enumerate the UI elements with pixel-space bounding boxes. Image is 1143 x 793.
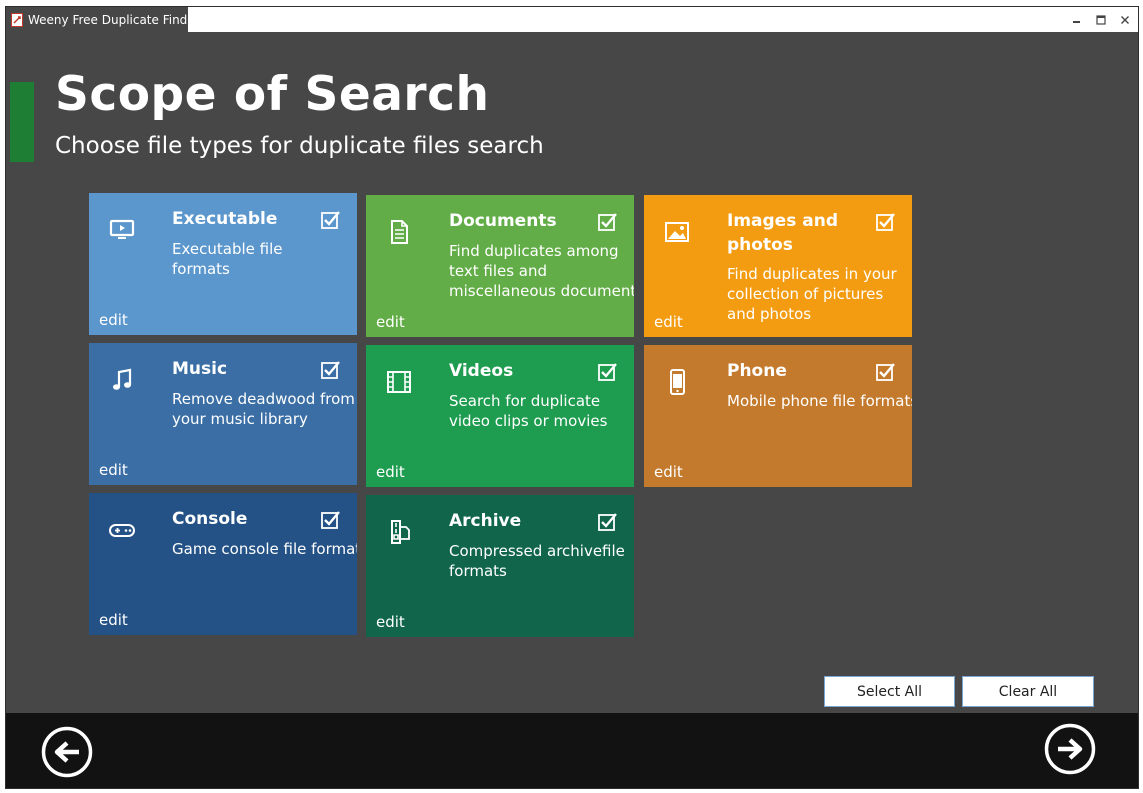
tile-title: Executable [172, 209, 278, 229]
close-icon[interactable] [1118, 13, 1132, 27]
film-icon [384, 367, 414, 397]
tile-documents[interactable]: Documents Find duplicates among text fil… [366, 195, 634, 337]
checkbox-icon[interactable] [321, 360, 341, 380]
checkbox-icon[interactable] [321, 510, 341, 530]
title-tab: Weeny Free Duplicate Finder [6, 7, 200, 32]
tile-title: Music [172, 359, 228, 379]
app-window: Weeny Free Duplicate Finder Scope of Sea… [5, 6, 1139, 789]
tile-archive[interactable]: Archive Compressed archivefile formats e… [366, 495, 634, 637]
checkbox-icon[interactable] [876, 362, 896, 382]
tile-console[interactable]: Console Game console file formats edit [89, 493, 357, 635]
page-title: Scope of Search [55, 67, 490, 122]
checkbox-icon[interactable] [598, 362, 618, 382]
tile-description: Remove deadwood from your music library [172, 390, 355, 428]
document-icon [384, 217, 414, 247]
phone-icon [662, 367, 692, 397]
edit-link[interactable]: edit [376, 313, 405, 331]
tile-executable[interactable]: Executable Executable file formats edit [89, 193, 357, 335]
arrow-left-icon[interactable] [41, 726, 93, 778]
edit-link[interactable]: edit [99, 311, 128, 329]
picture-icon [662, 217, 692, 247]
window-title: Weeny Free Duplicate Finder [28, 12, 200, 27]
window-controls [1070, 7, 1132, 32]
checkbox-icon[interactable] [598, 512, 618, 532]
tile-music[interactable]: Music Remove deadwood from your music li… [89, 343, 357, 485]
tile-title: Documents [449, 211, 557, 231]
minimize-icon[interactable] [1070, 13, 1084, 27]
archive-icon [384, 517, 414, 547]
tile-title: Images and photos [727, 211, 838, 255]
tile-description: Mobile phone file formats [727, 392, 912, 410]
checkbox-icon[interactable] [876, 212, 896, 232]
tile-description: Find duplicates among text files and mis… [449, 242, 634, 300]
tile-phone[interactable]: Phone Mobile phone file formats edit [644, 345, 912, 487]
edit-link[interactable]: edit [654, 463, 683, 481]
clear-all-button[interactable]: Clear All [962, 676, 1094, 707]
title-bar: Weeny Free Duplicate Finder [6, 7, 1138, 32]
tile-title: Archive [449, 511, 522, 531]
tile-title: Phone [727, 361, 787, 381]
tile-title: Videos [449, 361, 514, 381]
app-logo-icon [11, 12, 23, 27]
tile-description: Game console file formats [172, 540, 357, 558]
edit-link[interactable]: edit [99, 461, 128, 479]
accent-bar [10, 82, 34, 162]
tile-description: Find duplicates in your collection of pi… [727, 265, 897, 323]
footer-bar [6, 713, 1138, 788]
edit-link[interactable]: edit [654, 313, 683, 331]
tile-videos[interactable]: Videos Search for duplicate video clips … [366, 345, 634, 487]
edit-link[interactable]: edit [376, 463, 405, 481]
page-subtitle: Choose file types for duplicate files se… [55, 133, 544, 159]
gamepad-icon [107, 515, 137, 545]
select-all-button[interactable]: Select All [824, 676, 955, 707]
monitor-icon [107, 215, 137, 245]
music-note-icon [107, 365, 137, 395]
arrow-right-icon[interactable] [1044, 723, 1096, 775]
checkbox-icon[interactable] [321, 210, 341, 230]
tile-images[interactable]: Images and photos Find duplicates in you… [644, 195, 912, 337]
maximize-icon[interactable] [1094, 13, 1108, 27]
tile-description: Compressed archivefile formats [449, 542, 625, 580]
tile-title: Console [172, 509, 248, 529]
edit-link[interactable]: edit [99, 611, 128, 629]
tile-description: Search for duplicate video clips or movi… [449, 392, 608, 430]
checkbox-icon[interactable] [598, 212, 618, 232]
edit-link[interactable]: edit [376, 613, 405, 631]
tile-description: Executable file formats [172, 240, 283, 278]
